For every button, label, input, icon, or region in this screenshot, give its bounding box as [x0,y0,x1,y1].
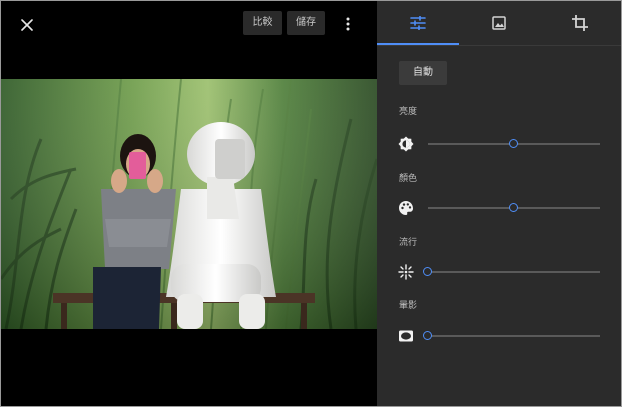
vignette-slider[interactable] [423,330,600,342]
more-options-button[interactable] [339,13,357,35]
compare-button[interactable]: 比較 [243,11,282,35]
pop-label: 流行 [399,238,418,248]
color-slider[interactable] [428,202,600,214]
editor-area: 比較 儲存 [1,1,377,406]
tab-adjustments[interactable] [377,1,458,45]
palette-icon [399,201,413,215]
image-icon [491,16,506,30]
slider-track [428,271,600,273]
edited-photo [1,79,377,329]
slider-track [428,335,600,337]
vignette-icon [399,330,413,342]
adjustments-panel: 自動 亮度 顏色 流行 暈影 [377,1,621,406]
brightness-icon [398,136,414,152]
slider-thumb[interactable] [423,331,432,340]
vignette-label: 暈影 [399,301,418,311]
close-button[interactable] [15,13,39,37]
pop-icon [398,264,414,280]
slider-thumb[interactable] [509,203,518,212]
tab-filters[interactable] [458,1,539,45]
crop-icon [572,15,588,31]
slider-thumb[interactable] [423,267,432,276]
editor-tabs [377,1,621,46]
save-button[interactable]: 儲存 [287,11,325,35]
color-label: 顏色 [399,174,418,184]
brightness-label: 亮度 [399,107,418,117]
brightness-slider[interactable] [428,138,600,150]
tune-icon [409,16,426,30]
pop-slider[interactable] [423,266,600,278]
close-icon [21,19,33,31]
more-vert-icon [346,17,350,31]
active-tab-indicator [377,43,459,45]
slider-thumb[interactable] [509,139,518,148]
photo-editor-window: 比較 儲存 自動 亮度 顏色 流行 暈影 [0,0,622,407]
tab-crop[interactable] [539,1,621,45]
auto-button[interactable]: 自動 [399,61,447,85]
